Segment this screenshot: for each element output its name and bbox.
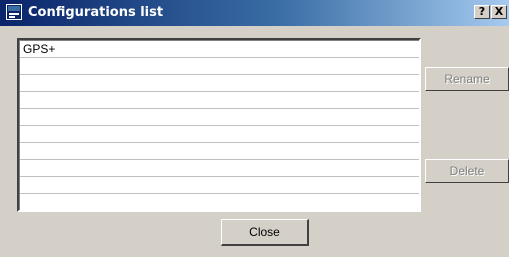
list-item[interactable] bbox=[20, 92, 419, 109]
list-item[interactable] bbox=[20, 58, 419, 75]
close-icon: X bbox=[494, 5, 504, 18]
help-button[interactable]: ? bbox=[474, 5, 490, 19]
list-item[interactable] bbox=[20, 160, 419, 177]
app-window-icon bbox=[6, 4, 22, 20]
list-item[interactable] bbox=[20, 143, 419, 160]
delete-button[interactable]: Delete bbox=[425, 159, 509, 183]
list-item[interactable] bbox=[20, 75, 419, 92]
close-button[interactable]: Close bbox=[221, 219, 309, 246]
rename-button[interactable]: Rename bbox=[425, 67, 509, 91]
configurations-dialog: Configurations list ? X GPS+ Rename Dele… bbox=[0, 0, 509, 257]
window-title: Configurations list bbox=[28, 5, 164, 20]
configurations-listbox[interactable]: GPS+ bbox=[17, 38, 421, 212]
list-item[interactable] bbox=[20, 194, 419, 210]
title-bar[interactable]: Configurations list ? X bbox=[0, 0, 509, 26]
close-window-button[interactable]: X bbox=[491, 5, 507, 19]
list-item[interactable] bbox=[20, 126, 419, 143]
list-item[interactable] bbox=[20, 177, 419, 194]
list-item[interactable]: GPS+ bbox=[20, 41, 419, 58]
help-icon: ? bbox=[478, 5, 486, 18]
list-item[interactable] bbox=[20, 109, 419, 126]
